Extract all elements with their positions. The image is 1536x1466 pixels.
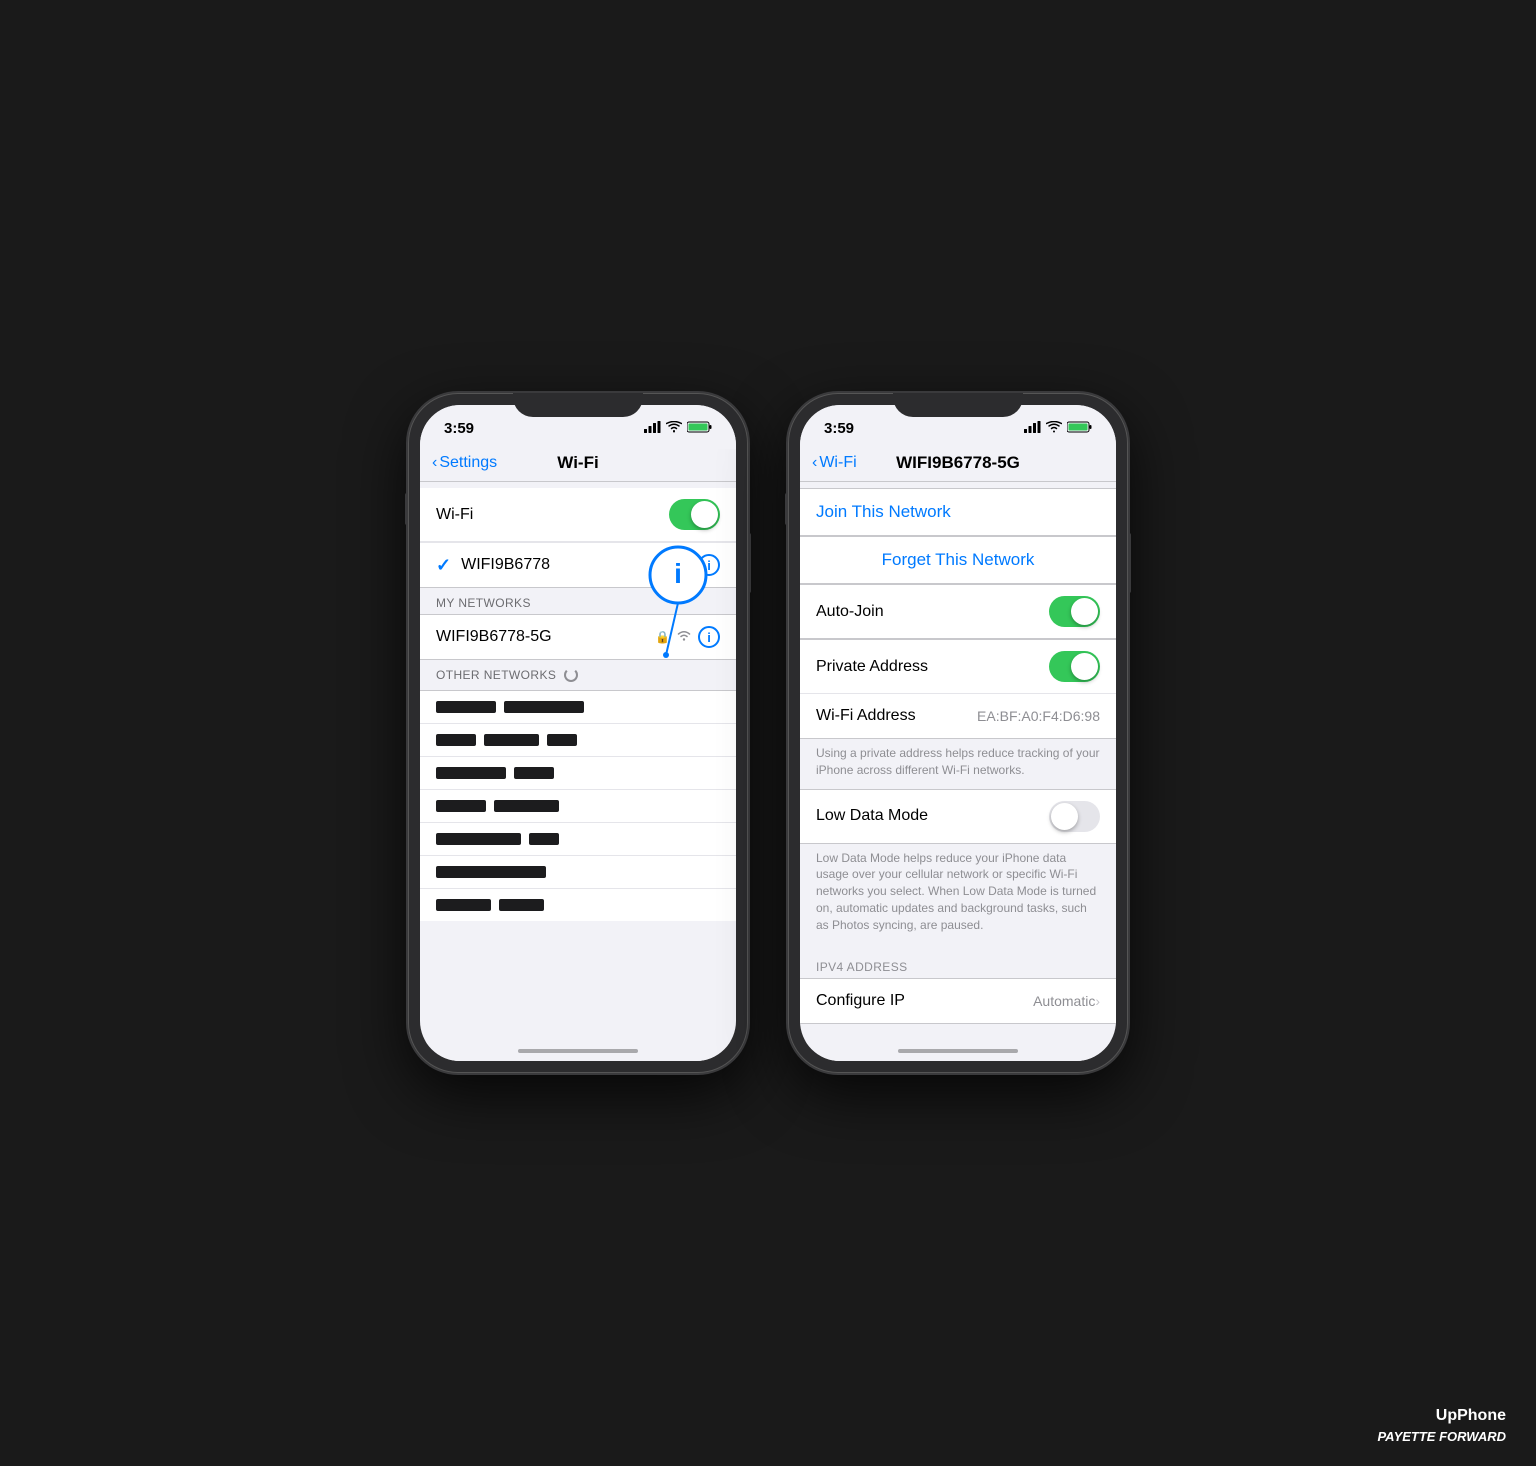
connected-network-row[interactable]: ✓ WIFI9B6778 🔒 i <box>420 542 736 587</box>
configure-ip-value: Automatic <box>1033 993 1095 1009</box>
blurred-network-4[interactable] <box>420 790 736 823</box>
loading-spinner <box>564 668 578 682</box>
time-left: 3:59 <box>444 420 474 437</box>
wifi-address-row: Wi-Fi Address EA:BF:A0:F4:D6:98 <box>800 694 1116 738</box>
configure-ip-row[interactable]: Configure IP Automatic › <box>800 979 1116 1023</box>
my-network-icons: 🔒 i <box>655 626 720 648</box>
time-right: 3:59 <box>824 420 854 437</box>
blurred-text-3a <box>436 767 506 779</box>
my-network-name: WIFI9B6778-5G <box>436 628 655 646</box>
dns-header: DNS <box>800 1024 1116 1041</box>
forget-network-row[interactable]: Forget This Network <box>800 536 1116 584</box>
blurred-text-6a <box>436 866 546 878</box>
wifi-signal-icon <box>676 556 692 574</box>
chevron-icon-ip: › <box>1095 993 1100 1009</box>
blurred-text-3b <box>514 767 554 779</box>
blurred-text-7b <box>499 899 544 911</box>
blurred-text-1a <box>436 701 496 713</box>
watermark-line1: UpPhone <box>1377 1405 1506 1427</box>
blurred-text-7a <box>436 899 491 911</box>
wifi-label: Wi-Fi <box>436 506 669 524</box>
blurred-text-5b <box>529 833 559 845</box>
info-button-connected[interactable]: i <box>698 554 720 576</box>
blurred-text-2b <box>484 734 539 746</box>
wifi-status-icon-right <box>1046 421 1062 436</box>
other-networks-header: OTHER NETWORKS <box>420 660 736 690</box>
blurred-text-1b <box>504 701 584 713</box>
notch <box>513 393 643 417</box>
blurred-text-2c <box>547 734 577 746</box>
blurred-network-5[interactable] <box>420 823 736 856</box>
my-networks-header: MY NETWORKS <box>420 588 736 614</box>
home-indicator-left <box>420 1041 736 1061</box>
wifi-settings-content: Wi-Fi ✓ WIFI9B6778 🔒 <box>420 482 736 1041</box>
blurred-network-3[interactable] <box>420 757 736 790</box>
page-title-right: WIFI9B6778-5G <box>896 453 1020 473</box>
auto-join-row[interactable]: Auto-Join <box>800 585 1116 638</box>
network-icons: 🔒 i <box>655 554 720 576</box>
lock-icon: 🔒 <box>655 558 670 572</box>
network-detail-content: Join This Network Forget This Network Au… <box>800 482 1116 1041</box>
private-address-row[interactable]: Private Address <box>800 640 1116 694</box>
blurred-text-2a <box>436 734 476 746</box>
page-title-left: Wi-Fi <box>557 453 598 473</box>
battery-icon-left <box>687 421 712 436</box>
notch-right <box>893 393 1023 417</box>
low-data-mode-row[interactable]: Low Data Mode <box>800 790 1116 843</box>
low-data-mode-label: Low Data Mode <box>816 807 1049 825</box>
wifi-signal-my <box>676 628 692 646</box>
join-network-label[interactable]: Join This Network <box>816 502 951 521</box>
private-address-label: Private Address <box>816 658 1049 676</box>
auto-join-toggle[interactable] <box>1049 596 1100 627</box>
wifi-address-label: Wi-Fi Address <box>816 707 977 725</box>
left-phone: 3:59 <box>408 393 748 1073</box>
watermark-line2: PAYETTE FORWARD <box>1377 1428 1506 1446</box>
forget-network-label[interactable]: Forget This Network <box>816 550 1100 570</box>
back-button-left[interactable]: ‹ Settings <box>432 454 497 472</box>
right-phone: 3:59 <box>788 393 1128 1073</box>
info-button-my-network[interactable]: i <box>698 626 720 648</box>
lock-icon-my: 🔒 <box>655 630 670 644</box>
blurred-network-7[interactable] <box>420 889 736 921</box>
signal-icon-left <box>644 421 661 436</box>
wifi-address-value: EA:BF:A0:F4:D6:98 <box>977 708 1100 724</box>
back-button-right[interactable]: ‹ Wi-Fi <box>812 454 857 472</box>
wifi-toggle-row[interactable]: Wi-Fi <box>420 488 736 542</box>
configure-ip-label: Configure IP <box>816 992 1033 1010</box>
private-address-toggle[interactable] <box>1049 651 1100 682</box>
nav-bar-left: ‹ Settings Wi-Fi <box>420 449 736 482</box>
blurred-text-4b <box>494 800 559 812</box>
signal-icon-right <box>1024 421 1041 436</box>
connected-network-name: WIFI9B6778 <box>461 556 655 574</box>
low-data-mode-toggle[interactable] <box>1049 801 1100 832</box>
my-network-item-row[interactable]: WIFI9B6778-5G 🔒 i <box>420 615 736 659</box>
low-data-mode-description: Low Data Mode helps reduce your iPhone d… <box>800 844 1116 944</box>
nav-bar-right: ‹ Wi-Fi WIFI9B6778-5G <box>800 449 1116 482</box>
blurred-text-4a <box>436 800 486 812</box>
wifi-status-icon-left <box>666 421 682 436</box>
watermark: UpPhone PAYETTE FORWARD <box>1377 1405 1506 1446</box>
ipv4-header: IPV4 ADDRESS <box>800 944 1116 978</box>
home-indicator-right <box>800 1041 1116 1061</box>
blurred-network-6[interactable] <box>420 856 736 889</box>
private-address-description: Using a private address helps reduce tra… <box>800 739 1116 789</box>
checkmark-icon: ✓ <box>436 555 451 576</box>
status-icons-right <box>1024 421 1092 436</box>
status-icons-left <box>644 421 712 436</box>
battery-icon-right <box>1067 421 1092 436</box>
blurred-network-2[interactable] <box>420 724 736 757</box>
blurred-text-5a <box>436 833 521 845</box>
blurred-network-1[interactable] <box>420 691 736 724</box>
wifi-toggle[interactable] <box>669 499 720 530</box>
auto-join-label: Auto-Join <box>816 603 1049 621</box>
